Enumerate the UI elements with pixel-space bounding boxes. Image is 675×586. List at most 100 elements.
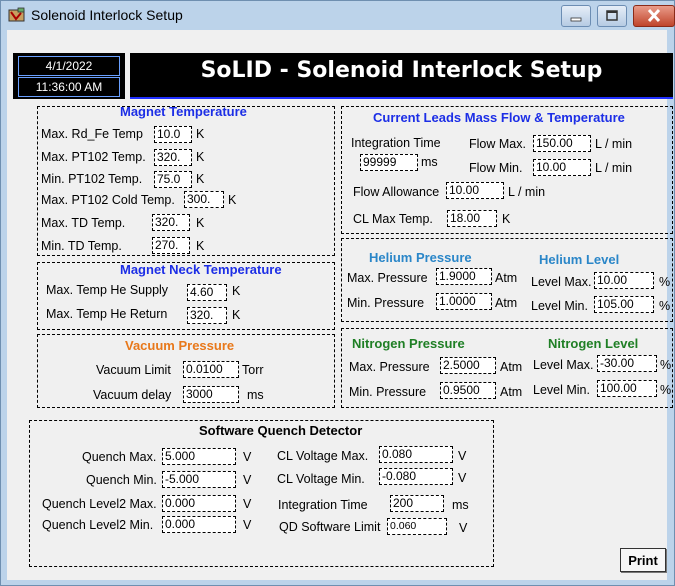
quench-min-label: Quench Min. xyxy=(86,473,157,487)
qd-integration-time-field[interactable]: 200 xyxy=(390,495,444,512)
max-rdfe-temp-field[interactable]: 10.0 xyxy=(154,126,192,143)
n2-max-pressure-label: Max. Pressure xyxy=(349,360,430,374)
unit-k: K xyxy=(232,284,241,298)
quench-max-label: Quench Max. xyxy=(82,450,157,464)
n2-level-max-label: Level Max. xyxy=(533,358,594,372)
time-display: 11:36:00 AM xyxy=(18,77,120,97)
min-pt102-temp-label: Min. PT102 Temp. xyxy=(41,172,143,186)
he-level-max-unit: % xyxy=(659,275,671,289)
cl-max-temp-field[interactable]: 18.00 xyxy=(447,210,497,227)
max-temp-he-supply-field[interactable]: 4.60 xyxy=(187,284,227,301)
flow-max-label: Flow Max. xyxy=(469,137,526,151)
cl-voltage-min-field[interactable]: -0.080 xyxy=(379,468,453,485)
cl-max-temp-unit: K xyxy=(502,212,511,226)
quench-level2-min-unit: V xyxy=(243,518,252,532)
flow-min-label: Flow Min. xyxy=(469,161,523,175)
quench-level2-max-label: Quench Level2 Max. xyxy=(42,497,157,511)
integration-time-unit: ms xyxy=(421,155,438,169)
quench-max-field[interactable]: 5.000 xyxy=(162,448,236,465)
max-rdfe-temp-label: Max. Rd_Fe Temp xyxy=(41,127,143,141)
unit-k: K xyxy=(196,150,205,164)
unit-k: K xyxy=(196,216,205,230)
n2-level-min-label: Level Min. xyxy=(533,383,590,397)
quench-min-field[interactable]: -5.000 xyxy=(162,471,236,488)
he-level-max-label: Level Max. xyxy=(531,275,592,289)
max-pt102-temp-label: Max. PT102 Temp. xyxy=(41,150,146,164)
qd-software-limit-unit: V xyxy=(459,521,468,535)
helium-pressure-title: Helium Pressure xyxy=(369,250,472,265)
date-display: 4/1/2022 xyxy=(18,56,120,76)
magnet-neck-temperature-title: Magnet Neck Temperature xyxy=(120,262,282,277)
page-title: SoLID - Solenoid Interlock Setup xyxy=(200,58,603,83)
he-level-min-unit: % xyxy=(659,299,671,313)
maximize-button[interactable] xyxy=(597,5,627,27)
cl-voltage-min-unit: V xyxy=(458,471,467,485)
magnet-temperature-title: Magnet Temperature xyxy=(120,104,247,119)
datetime-display: 4/1/2022 11:36:00 AM xyxy=(13,53,125,99)
max-temp-he-return-label: Max. Temp He Return xyxy=(46,307,168,321)
integration-time-field[interactable]: 99999 xyxy=(360,154,418,171)
max-td-temp-label: Max. TD Temp. xyxy=(41,216,126,230)
max-temp-he-return-field[interactable]: 320. xyxy=(187,307,227,324)
vacuum-limit-field[interactable]: 0.0100 xyxy=(183,361,239,378)
he-max-pressure-unit: Atm xyxy=(495,271,518,285)
solenoid-app-icon xyxy=(8,7,26,23)
he-min-pressure-field[interactable]: 1.0000 xyxy=(436,293,492,310)
qd-software-limit-field[interactable]: 0.060 xyxy=(387,518,447,535)
max-pt102-cold-temp-field[interactable]: 300. xyxy=(184,191,224,208)
n2-min-pressure-field[interactable]: 0.9500 xyxy=(440,382,496,399)
nitrogen-pressure-title: Nitrogen Pressure xyxy=(352,336,465,351)
close-button[interactable] xyxy=(633,5,675,27)
cl-voltage-max-label: CL Voltage Max. xyxy=(277,449,369,463)
flow-allowance-field[interactable]: 10.00 xyxy=(446,182,504,199)
he-min-pressure-unit: Atm xyxy=(495,296,518,310)
helium-level-title: Helium Level xyxy=(539,252,620,267)
quench-detector-title: Software Quench Detector xyxy=(199,423,363,438)
quench-level2-max-unit: V xyxy=(243,497,252,511)
flow-min-field[interactable]: 10.00 xyxy=(533,159,591,176)
flow-max-field[interactable]: 150.00 xyxy=(533,135,591,152)
flow-allowance-label: Flow Allowance xyxy=(353,185,440,199)
title-bar[interactable]: Solenoid Interlock Setup xyxy=(1,1,675,31)
n2-max-pressure-unit: Atm xyxy=(500,360,523,374)
n2-level-max-field[interactable]: -30.00 xyxy=(597,355,657,372)
minimize-button[interactable] xyxy=(561,5,591,27)
cl-voltage-max-field[interactable]: 0.080 xyxy=(379,446,453,463)
maximize-icon xyxy=(606,10,618,21)
he-level-max-field[interactable]: 10.00 xyxy=(594,272,654,289)
n2-max-pressure-field[interactable]: 2.5000 xyxy=(440,357,496,374)
min-pt102-temp-field[interactable]: 75.0 xyxy=(154,171,192,188)
qd-integration-time-label: Integration Time xyxy=(278,498,368,512)
max-pt102-temp-field[interactable]: 320. xyxy=(154,149,192,166)
he-level-min-field[interactable]: 105.00 xyxy=(594,296,654,313)
window-title: Solenoid Interlock Setup xyxy=(31,7,183,23)
n2-min-pressure-label: Min. Pressure xyxy=(349,385,427,399)
quench-max-unit: V xyxy=(243,450,252,464)
he-max-pressure-field[interactable]: 1.9000 xyxy=(436,268,492,285)
close-icon xyxy=(647,8,661,23)
quench-level2-min-label: Quench Level2 Min. xyxy=(42,518,154,532)
unit-k: K xyxy=(196,127,205,141)
unit-k: K xyxy=(232,308,241,322)
cl-max-temp-label: CL Max Temp. xyxy=(353,212,433,226)
he-min-pressure-label: Min. Pressure xyxy=(347,296,425,310)
qd-integration-time-unit: ms xyxy=(452,498,469,512)
flow-allowance-unit: L / min xyxy=(508,185,546,199)
qd-software-limit-label: QD Software Limit xyxy=(279,520,381,534)
unit-k: K xyxy=(228,193,237,207)
vacuum-delay-field[interactable]: 3000 xyxy=(183,386,239,403)
max-td-temp-field[interactable]: 320. xyxy=(152,214,190,231)
vacuum-delay-label: Vacuum delay xyxy=(93,388,172,402)
n2-min-pressure-unit: Atm xyxy=(500,385,523,399)
flow-max-unit: L / min xyxy=(595,137,633,151)
vacuum-limit-unit: Torr xyxy=(242,363,264,377)
he-level-min-label: Level Min. xyxy=(531,299,588,313)
quench-level2-min-field[interactable]: 0.000 xyxy=(162,516,236,533)
print-button[interactable]: Print xyxy=(620,548,666,572)
max-pt102-cold-temp-label: Max. PT102 Cold Temp. xyxy=(41,193,175,207)
quench-level2-max-field[interactable]: 0.000 xyxy=(162,495,236,512)
cl-voltage-min-label: CL Voltage Min. xyxy=(277,472,365,486)
n2-level-min-field[interactable]: 100.00 xyxy=(597,380,657,397)
min-td-temp-field[interactable]: 270. xyxy=(152,237,190,254)
he-max-pressure-label: Max. Pressure xyxy=(347,271,428,285)
